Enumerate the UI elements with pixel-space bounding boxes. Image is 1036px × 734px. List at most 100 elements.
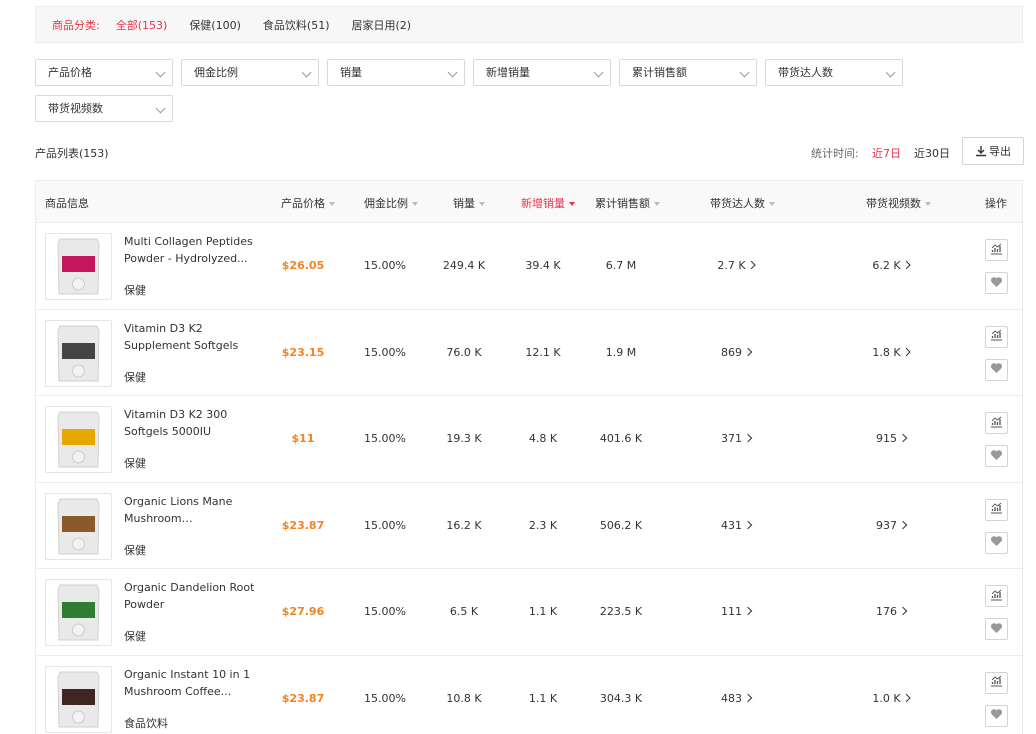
export-button[interactable]: 导出	[962, 137, 1024, 165]
chevron-right-icon	[743, 606, 753, 616]
video-count-link[interactable]: 1.0 K	[872, 692, 911, 705]
product-thumbnail[interactable]	[45, 319, 112, 387]
product-thumbnail[interactable]	[45, 406, 112, 473]
influencer-count-link[interactable]: 431	[721, 519, 753, 532]
range-30-days[interactable]: 近30日	[914, 145, 950, 161]
filter-price[interactable]: 产品价格	[35, 59, 173, 86]
th-label: 商品信息	[45, 197, 89, 210]
filter-videos[interactable]: 带货视频数	[35, 95, 173, 122]
table-row[interactable]: Vitamin D3 K2 Supplement Softgels 保健 $23.1…	[36, 310, 1022, 396]
product-price: $23.87	[281, 518, 325, 532]
th-new-sales[interactable]: 新增销量	[521, 195, 575, 211]
influencer-count: 111	[721, 605, 742, 618]
new-sales-count: 1.1 K	[528, 605, 558, 618]
video-count-link[interactable]: 915	[876, 432, 908, 445]
product-price: $27.96	[281, 605, 325, 618]
heart-icon	[990, 622, 1003, 637]
product-name[interactable]: Organic Lions Mane Mushroom Supplement..…	[124, 493, 258, 527]
table-row[interactable]: Multi Collagen Peptides Powder - Hydroly…	[36, 223, 1022, 310]
th-label: 产品价格	[281, 197, 325, 210]
product-category: 保健	[124, 543, 146, 557]
trend-chart-button[interactable]	[985, 585, 1008, 607]
video-count-link[interactable]: 1.8 K	[872, 345, 911, 359]
heart-icon	[990, 276, 1003, 291]
filter-new-sales[interactable]: 新增销量	[473, 59, 611, 86]
category-household[interactable]: 居家日用(2)	[352, 17, 412, 33]
favorite-button[interactable]	[985, 531, 1008, 554]
sort-caret-icon	[412, 202, 418, 206]
th-sales[interactable]: 销量	[453, 195, 485, 211]
range-7-days[interactable]: 近7日	[872, 145, 901, 161]
product-name[interactable]: Organic Instant 10 in 1 Mushroom Coffee.…	[124, 666, 258, 700]
table-row[interactable]: Organic Instant 10 in 1 Mushroom Coffee.…	[36, 656, 1022, 734]
table-header: 商品信息 产品价格 佣金比例 销量 新增销量 累计销售额 带货达人数 带货视频数…	[36, 181, 1022, 223]
chevron-right-icon	[743, 693, 753, 702]
filter-label: 佣金比例	[194, 66, 238, 79]
product-name[interactable]: Vitamin D3 K2 300 Softgels 5000IU	[124, 406, 258, 440]
trend-chart-icon	[990, 502, 1003, 517]
trend-chart-button[interactable]	[985, 239, 1008, 261]
video-count: 1.8 K	[872, 345, 901, 359]
favorite-button[interactable]	[985, 358, 1008, 381]
product-name[interactable]: Multi Collagen Peptides Powder - Hydroly…	[124, 233, 258, 267]
favorite-button[interactable]	[985, 704, 1008, 727]
total-revenue: 6.7 M	[605, 259, 637, 272]
product-thumbnail[interactable]	[45, 233, 112, 300]
sales-count: 249.4 K	[442, 259, 486, 272]
th-total-revenue[interactable]: 累计销售额	[595, 195, 660, 211]
product-thumbnail[interactable]	[45, 665, 112, 733]
favorite-button[interactable]	[985, 445, 1008, 467]
trend-chart-icon	[990, 416, 1003, 431]
video-count-link[interactable]: 937	[876, 518, 908, 532]
trend-chart-button[interactable]	[985, 325, 1008, 348]
influencer-count: 483	[721, 691, 742, 705]
sales-count: 6.5 K	[449, 605, 479, 618]
filter-label: 产品价格	[48, 66, 92, 79]
filter-influencers[interactable]: 带货达人数	[765, 59, 903, 86]
product-thumbnail[interactable]	[45, 579, 112, 646]
category-food-beverage[interactable]: 食品饮料(51)	[263, 17, 330, 33]
favorite-button[interactable]	[985, 618, 1008, 640]
product-name[interactable]: Organic Dandelion Root Powder	[124, 579, 258, 613]
th-commission[interactable]: 佣金比例	[364, 195, 418, 211]
category-health[interactable]: 保健(100)	[189, 17, 241, 33]
filter-sales[interactable]: 销量	[327, 59, 465, 86]
heart-icon	[990, 535, 1003, 550]
video-count: 937	[876, 518, 897, 532]
influencer-count-link[interactable]: 869	[721, 346, 753, 359]
influencer-count-link[interactable]: 483	[721, 691, 753, 705]
influencer-count: 371	[721, 432, 742, 445]
trend-chart-button[interactable]	[985, 498, 1008, 521]
heart-icon	[990, 449, 1003, 464]
influencer-count-link[interactable]: 2.7 K	[717, 259, 756, 272]
video-count-link[interactable]: 176	[876, 605, 908, 618]
influencer-count-link[interactable]: 371	[721, 432, 753, 445]
product-thumbnail[interactable]	[45, 492, 112, 560]
influencer-count-link[interactable]: 111	[721, 605, 753, 618]
table-row[interactable]: Organic Lions Mane Mushroom Supplement..…	[36, 483, 1022, 569]
sales-count: 10.8 K	[446, 691, 482, 705]
trend-chart-button[interactable]	[985, 412, 1008, 434]
th-influencers[interactable]: 带货达人数	[710, 195, 775, 211]
filter-commission[interactable]: 佣金比例	[181, 59, 319, 86]
product-name[interactable]: Vitamin D3 K2 Supplement Softgels	[124, 320, 258, 354]
category-label: 商品分类:	[52, 18, 100, 32]
table-row[interactable]: Vitamin D3 K2 300 Softgels 5000IU 保健 $11 15…	[36, 396, 1022, 483]
filter-label: 销量	[340, 66, 362, 79]
th-actions: 操作	[985, 195, 1007, 211]
favorite-button[interactable]	[985, 272, 1008, 294]
video-count-link[interactable]: 6.2 K	[872, 259, 911, 272]
commission-rate: 15.00%	[364, 518, 406, 532]
table-body: Multi Collagen Peptides Powder - Hydroly…	[36, 223, 1022, 734]
product-price: $23.15	[281, 345, 325, 359]
th-videos[interactable]: 带货视频数	[866, 195, 931, 211]
influencer-count: 2.7 K	[717, 259, 746, 272]
trend-chart-button[interactable]	[985, 671, 1008, 694]
category-all[interactable]: 全部(153)	[116, 17, 168, 33]
th-label: 带货达人数	[710, 197, 765, 210]
stat-time-label: 统计时间:	[811, 147, 859, 160]
table-row[interactable]: Organic Dandelion Root Powder 保健 $27.96 15.…	[36, 569, 1022, 656]
heart-icon	[990, 708, 1003, 723]
filter-total-revenue[interactable]: 累计销售额	[619, 59, 757, 86]
th-price[interactable]: 产品价格	[281, 195, 335, 211]
